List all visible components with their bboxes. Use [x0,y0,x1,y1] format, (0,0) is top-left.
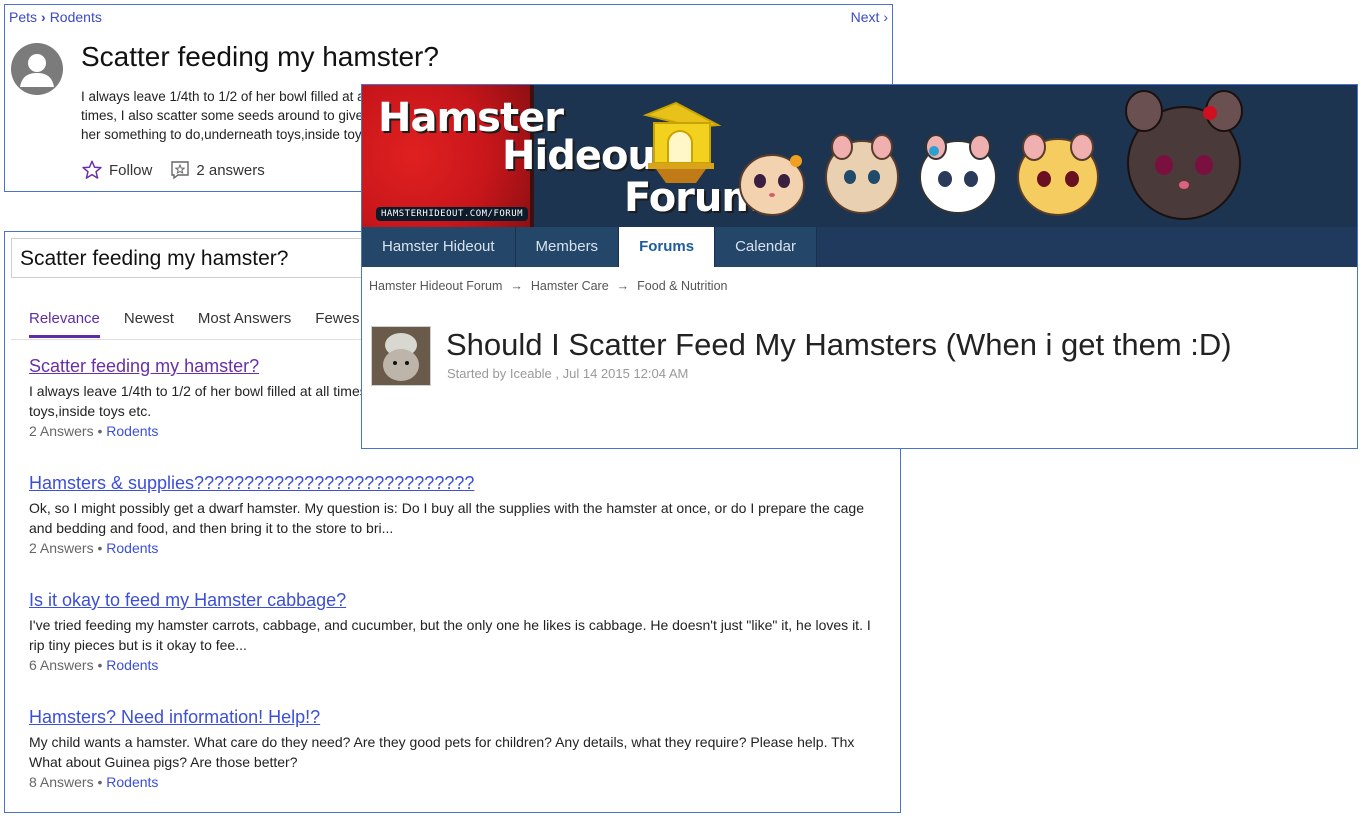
result-category-link[interactable]: Rodents [106,540,158,556]
nav-calendar[interactable]: Calendar [715,227,817,267]
result-title-link[interactable]: Scatter feeding my hamster? [29,356,259,377]
crumb-food-nutrition[interactable]: Food & Nutrition [637,279,727,293]
crumb-forum-home[interactable]: Hamster Hideout Forum [369,279,502,293]
tab-fewest-answers[interactable]: Fewes [315,310,359,338]
result-answers: 2 Answers [29,423,94,439]
hamster-mascots-image [739,90,1243,220]
next-link[interactable]: Next › [851,9,888,25]
list-item: Hamsters? Need information! Help!? My ch… [29,707,889,790]
crumb-hamster-care[interactable]: Hamster Care [531,279,609,293]
forum-window: Hamster Hideout Forum HAMSTERHIDEOUT.COM… [361,84,1358,449]
crumb-separator: → [510,279,523,293]
answer-icon [171,161,190,180]
hamster-house-icon [642,101,722,183]
author-avatar[interactable] [371,326,431,386]
meta-separator: • [93,540,107,556]
star-icon [82,160,102,179]
banner-url: HAMSTERHIDEOUT.COM/FORUM [376,207,529,221]
result-category-link[interactable]: Rodents [106,423,158,439]
nav-hamster-hideout[interactable]: Hamster Hideout [362,227,516,267]
result-answers: 6 Answers [29,657,94,673]
forum-banner[interactable]: Hamster Hideout Forum HAMSTERHIDEOUT.COM… [362,85,1357,227]
forum-breadcrumb: Hamster Hideout Forum → Hamster Care → Food … [369,279,728,293]
result-title-link[interactable]: Hamsters & supplies?????????????????????… [29,473,474,494]
avatar[interactable] [11,43,63,95]
result-answers: 2 Answers [29,540,94,556]
result-snippet: I've tried feeding my hamster carrots, c… [29,617,871,653]
meta-separator: • [93,774,107,790]
result-category-link[interactable]: Rodents [106,774,158,790]
result-meta: 2 Answers • Rodents [29,540,889,556]
answers-count[interactable]: 2 answers [170,160,265,180]
meta-separator: • [93,423,107,439]
forum-nav: Hamster Hideout Members Forums Calendar [362,227,1357,267]
follow-button[interactable]: Follow [81,159,152,181]
topic-meta: Started by Iceable , Jul 14 2015 12:04 A… [447,366,689,381]
meta-separator: • [93,657,107,673]
follow-label: Follow [109,161,153,179]
result-meta: 8 Answers • Rodents [29,774,889,790]
list-item: Hamsters & supplies?????????????????????… [29,473,889,556]
breadcrumb: Pets › Rodents [9,9,102,25]
user-silhouette-icon [20,54,54,87]
list-item: Is it okay to feed my Hamster cabbage? I… [29,590,889,673]
result-title-link[interactable]: Hamsters? Need information! Help!? [29,707,320,728]
answers-label: 2 answers [196,161,265,179]
question-title: Scatter feeding my hamster? [81,41,439,72]
nav-members[interactable]: Members [515,227,620,267]
breadcrumb-rodents[interactable]: Rodents [50,9,102,25]
tab-relevance[interactable]: Relevance [29,310,100,338]
crumb-separator: → [616,279,630,293]
hamster-photo-image [372,327,430,385]
tab-most-answers[interactable]: Most Answers [198,310,291,338]
result-snippet: My child wants a hamster. What care do t… [29,734,855,770]
tab-newest[interactable]: Newest [124,310,174,338]
nav-forums[interactable]: Forums [619,227,716,267]
question-body: I always leave 1/4th to 1/2 of her bowl … [81,89,371,142]
result-answers: 8 Answers [29,774,94,790]
result-meta: 6 Answers • Rodents [29,657,889,673]
result-snippet: Ok, so I might possibly get a dwarf hams… [29,500,864,536]
topic-title: Should I Scatter Feed My Hamsters (When … [446,327,1232,362]
breadcrumb-pets[interactable]: Pets [9,9,37,25]
result-title-link[interactable]: Is it okay to feed my Hamster cabbage? [29,590,346,611]
result-category-link[interactable]: Rodents [106,657,158,673]
question-actions: Follow 2 answers [81,159,283,181]
breadcrumb-separator: › [41,9,46,25]
sort-tabs: Relevance Newest Most Answers Fewes [29,310,383,338]
